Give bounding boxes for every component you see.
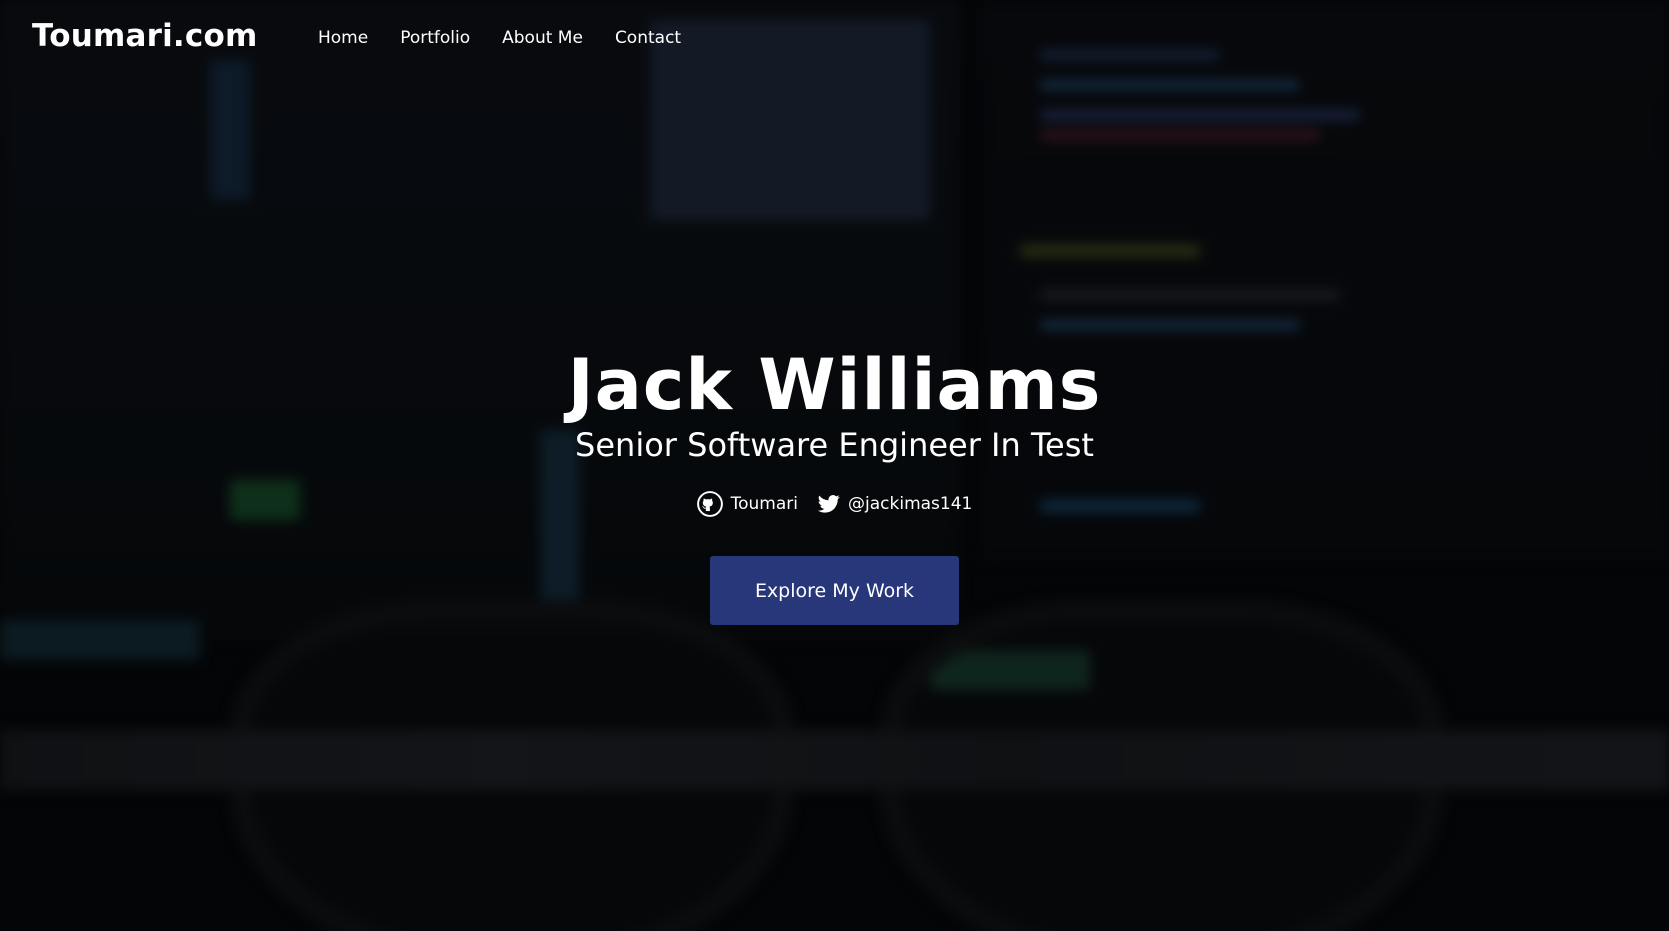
github-username: Toumari (730, 494, 799, 514)
github-link[interactable]: Toumari (696, 491, 799, 517)
social-links: Toumari @jackimas141 (0, 491, 1669, 517)
nav-item-portfolio[interactable]: Portfolio (400, 28, 470, 48)
page: Toumari.com Home Portfolio About Me Cont… (0, 0, 1669, 931)
nav-item-about-me[interactable]: About Me (502, 28, 583, 48)
twitter-link[interactable]: @jackimas141 (818, 494, 972, 514)
hero-subtitle: Senior Software Engineer In Test (575, 426, 1094, 464)
explore-work-button[interactable]: Explore My Work (710, 556, 959, 625)
hero-section: Jack Williams Senior Software Engineer I… (0, 345, 1669, 517)
github-icon (696, 491, 723, 517)
top-navbar: Toumari.com Home Portfolio About Me Cont… (0, 0, 1669, 78)
twitter-handle: @jackimas141 (848, 494, 973, 514)
twitter-icon (818, 494, 840, 514)
nav-item-contact[interactable]: Contact (615, 28, 681, 48)
hero-name: Jack Williams (567, 344, 1102, 426)
brand-logo[interactable]: Toumari.com (32, 18, 257, 54)
nav-links: Home Portfolio About Me Contact (318, 28, 681, 48)
nav-item-home[interactable]: Home (318, 28, 368, 48)
